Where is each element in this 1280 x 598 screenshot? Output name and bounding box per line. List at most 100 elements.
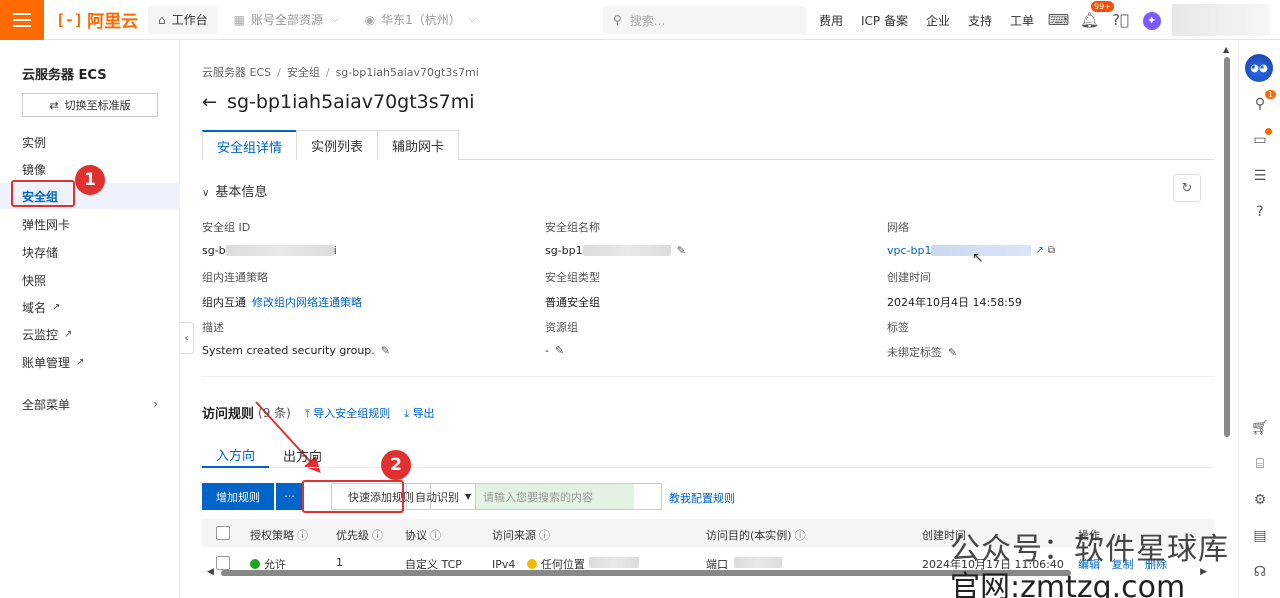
edit-icon[interactable]: ✎ bbox=[677, 244, 686, 257]
tab-sg-details[interactable]: 安全组详情 bbox=[202, 130, 298, 160]
redacted-value bbox=[582, 245, 671, 256]
sidebar-collapse-handle[interactable]: ‹ bbox=[180, 322, 194, 354]
help-circle-icon: ⓘ bbox=[297, 529, 308, 542]
settings-icon[interactable]: ⚙ bbox=[1239, 492, 1280, 508]
col-policy: 授权策略 ⓘ bbox=[250, 529, 308, 542]
global-search-input[interactable]: ⚲ 搜索... bbox=[603, 6, 806, 34]
page-title: ← sg-bp1iah5aiav70gt3s7mi bbox=[202, 91, 475, 113]
document-icon[interactable]: ▤ bbox=[1239, 528, 1280, 544]
warning-icon bbox=[526, 559, 537, 569]
cart-icon[interactable]: 🛒︎ bbox=[1239, 420, 1280, 436]
help-icon[interactable]: ? bbox=[1239, 204, 1280, 220]
sidebar-item-eni[interactable]: 弹性网卡 bbox=[0, 211, 180, 237]
user-avatar-area[interactable] bbox=[1172, 4, 1270, 36]
sidebar-item-snapshots[interactable]: 快照 bbox=[0, 267, 180, 293]
edit-icon[interactable]: ✎ bbox=[948, 346, 957, 359]
breadcrumb-ecs[interactable]: 云服务器 ECS bbox=[202, 66, 271, 79]
col-protocol: 协议 ⓘ bbox=[405, 529, 441, 542]
basic-info-heading[interactable]: ∨ 基本信息 bbox=[202, 181, 267, 200]
scroll-up-icon: ▲ bbox=[1223, 45, 1230, 54]
caret-down-icon: ▼ bbox=[465, 492, 472, 501]
auto-detect-select[interactable]: 自动识别 ▼ bbox=[406, 483, 476, 510]
field-tags: 标签 未绑定标签 ✎ bbox=[887, 321, 958, 359]
import-rules-link[interactable]: ⤒ 导入安全组规则 bbox=[305, 405, 390, 421]
refresh-button[interactable]: ↻ bbox=[1173, 174, 1201, 202]
sidebar-item-cloud-monitor[interactable]: 云监控 ↗ bbox=[0, 321, 180, 347]
chevron-down-icon: ∨ bbox=[202, 188, 210, 199]
sidebar-item-all-menus[interactable]: 全部菜单 › bbox=[0, 391, 180, 417]
external-link-icon: ↗ bbox=[76, 356, 85, 368]
search-icon[interactable]: ⚲ 1 bbox=[1239, 90, 1280, 112]
sidebar-item-block-storage[interactable]: 块存储 bbox=[0, 239, 180, 265]
external-link-icon[interactable]: ↗ bbox=[1035, 245, 1043, 256]
breadcrumb-security-groups[interactable]: 安全组 bbox=[287, 66, 320, 79]
select-all-checkbox[interactable] bbox=[216, 526, 230, 543]
search-icon: ⚲ bbox=[613, 13, 622, 27]
top-link-billing[interactable]: 费用 bbox=[810, 12, 852, 29]
modify-policy-link[interactable]: 修改组内网络连通策略 bbox=[252, 294, 362, 310]
top-links: 费用 ICP 备案 企业 支持 工单 ⌨ 🔔︎99+ ?⃝ ✦ 简体 bbox=[810, 0, 1209, 40]
field-description: 描述 System created security group. ✎ bbox=[202, 321, 390, 357]
field-sg-name: 安全组名称 sg-bp1 ✎ bbox=[545, 221, 686, 257]
import-icon: ⤒ bbox=[304, 406, 314, 420]
unread-dot bbox=[1265, 128, 1272, 135]
more-actions-button[interactable]: ··· bbox=[276, 483, 303, 510]
sidebar-item-domains[interactable]: 域名 ↗ bbox=[0, 294, 180, 320]
headset-icon[interactable]: ☊ bbox=[1239, 564, 1280, 580]
book-icon[interactable]: ▭ bbox=[1239, 128, 1280, 148]
external-link-icon: ↗ bbox=[64, 328, 73, 340]
help-circle-icon: ⓘ bbox=[794, 529, 806, 542]
edit-icon[interactable]: ✎ bbox=[555, 344, 564, 357]
notification-count: 1 bbox=[1265, 90, 1277, 99]
sidebar-title: 云服务器 ECS bbox=[22, 68, 107, 83]
aliyun-logo[interactable]: [-] 阿里云 bbox=[56, 7, 142, 33]
edit-icon[interactable]: ✎ bbox=[381, 344, 390, 357]
hamburger-menu-icon[interactable] bbox=[0, 0, 44, 40]
help-circle-icon: ⓘ bbox=[372, 529, 383, 542]
field-created-time: 创建时间 2024年10月4日 14:58:59 bbox=[887, 271, 1022, 309]
sidebar-item-instances[interactable]: 实例 bbox=[0, 129, 180, 155]
bell-icon[interactable]: 🔔︎ 99+ bbox=[1074, 1, 1114, 29]
list-icon[interactable]: ☰ bbox=[1239, 168, 1280, 184]
grid-icon: ▦ bbox=[233, 12, 245, 27]
ai-assistant-icon[interactable]: ✦ bbox=[1136, 10, 1167, 30]
field-intra-policy: 组内连通策略 组内互通 修改组内网络连通策略 bbox=[202, 271, 362, 310]
field-resource-group: 资源组 - ✎ bbox=[545, 321, 578, 357]
switch-icon: ⇄ bbox=[49, 98, 59, 112]
rule-search-input[interactable]: 请输入您要搜索的内容 bbox=[476, 483, 662, 510]
help-icon[interactable]: ?⃝ bbox=[1105, 11, 1136, 29]
sidebar: 云服务器 ECS ⇄ 切换至标准版 实例 镜像 安全组 弹性网卡 块存储 快照 域… bbox=[0, 40, 180, 598]
top-link-enterprise[interactable]: 企业 bbox=[917, 12, 959, 29]
tab-secondary-eni[interactable]: 辅助网卡 bbox=[377, 130, 460, 160]
download-icon: ⤓ bbox=[404, 406, 413, 420]
back-arrow-icon[interactable]: ← bbox=[202, 92, 217, 113]
top-link-support[interactable]: 支持 bbox=[959, 12, 1001, 29]
rules-count: (9 条) bbox=[258, 406, 291, 420]
vpc-link[interactable]: vpc-bp1 bbox=[887, 244, 931, 257]
section-divider bbox=[202, 376, 1214, 377]
add-rule-button[interactable]: 增加规则 bbox=[202, 483, 274, 510]
col-source: 访问来源 ⓘ bbox=[492, 529, 550, 542]
ai-robot-icon[interactable]: ◕◕ bbox=[1245, 54, 1273, 82]
vertical-scrollbar[interactable]: ▲ bbox=[1223, 45, 1231, 437]
workbench-button[interactable]: ⌂ 工作台 bbox=[148, 5, 218, 34]
tab-instance-list[interactable]: 实例列表 bbox=[296, 130, 379, 160]
export-link[interactable]: ⤓ 导出 bbox=[404, 405, 434, 421]
top-link-ticket[interactable]: 工单 bbox=[1001, 12, 1043, 29]
terminal-icon[interactable]: ⌨ bbox=[1043, 11, 1074, 29]
tab-inbound[interactable]: 入方向 bbox=[202, 442, 270, 468]
code-icon[interactable]: ⌸ bbox=[1239, 456, 1280, 472]
switch-standard-button[interactable]: ⇄ 切换至标准版 bbox=[22, 93, 158, 117]
step2-marker: 2 bbox=[381, 450, 411, 480]
copy-icon[interactable]: ⧉ bbox=[1048, 245, 1055, 256]
step2-highlight-box bbox=[302, 480, 404, 513]
top-link-icp[interactable]: ICP 备案 bbox=[852, 12, 917, 29]
breadcrumb: 云服务器 ECS / 安全组 / sg-bp1iah5aiav70gt3s7mi bbox=[202, 66, 479, 79]
region-selector[interactable]: ◉ 华东1（杭州） ⌵ bbox=[355, 6, 487, 34]
config-help-link[interactable]: 教我配置规则 bbox=[669, 490, 735, 506]
account-scope-selector[interactable]: ▦ 账号全部资源 ⌵ bbox=[224, 6, 349, 34]
scroll-thumb bbox=[1224, 57, 1230, 437]
sidebar-item-billing[interactable]: 账单管理 ↗ bbox=[0, 349, 180, 375]
scroll-thumb bbox=[221, 570, 1071, 576]
tab-outbound[interactable]: 出方向 bbox=[269, 442, 336, 468]
